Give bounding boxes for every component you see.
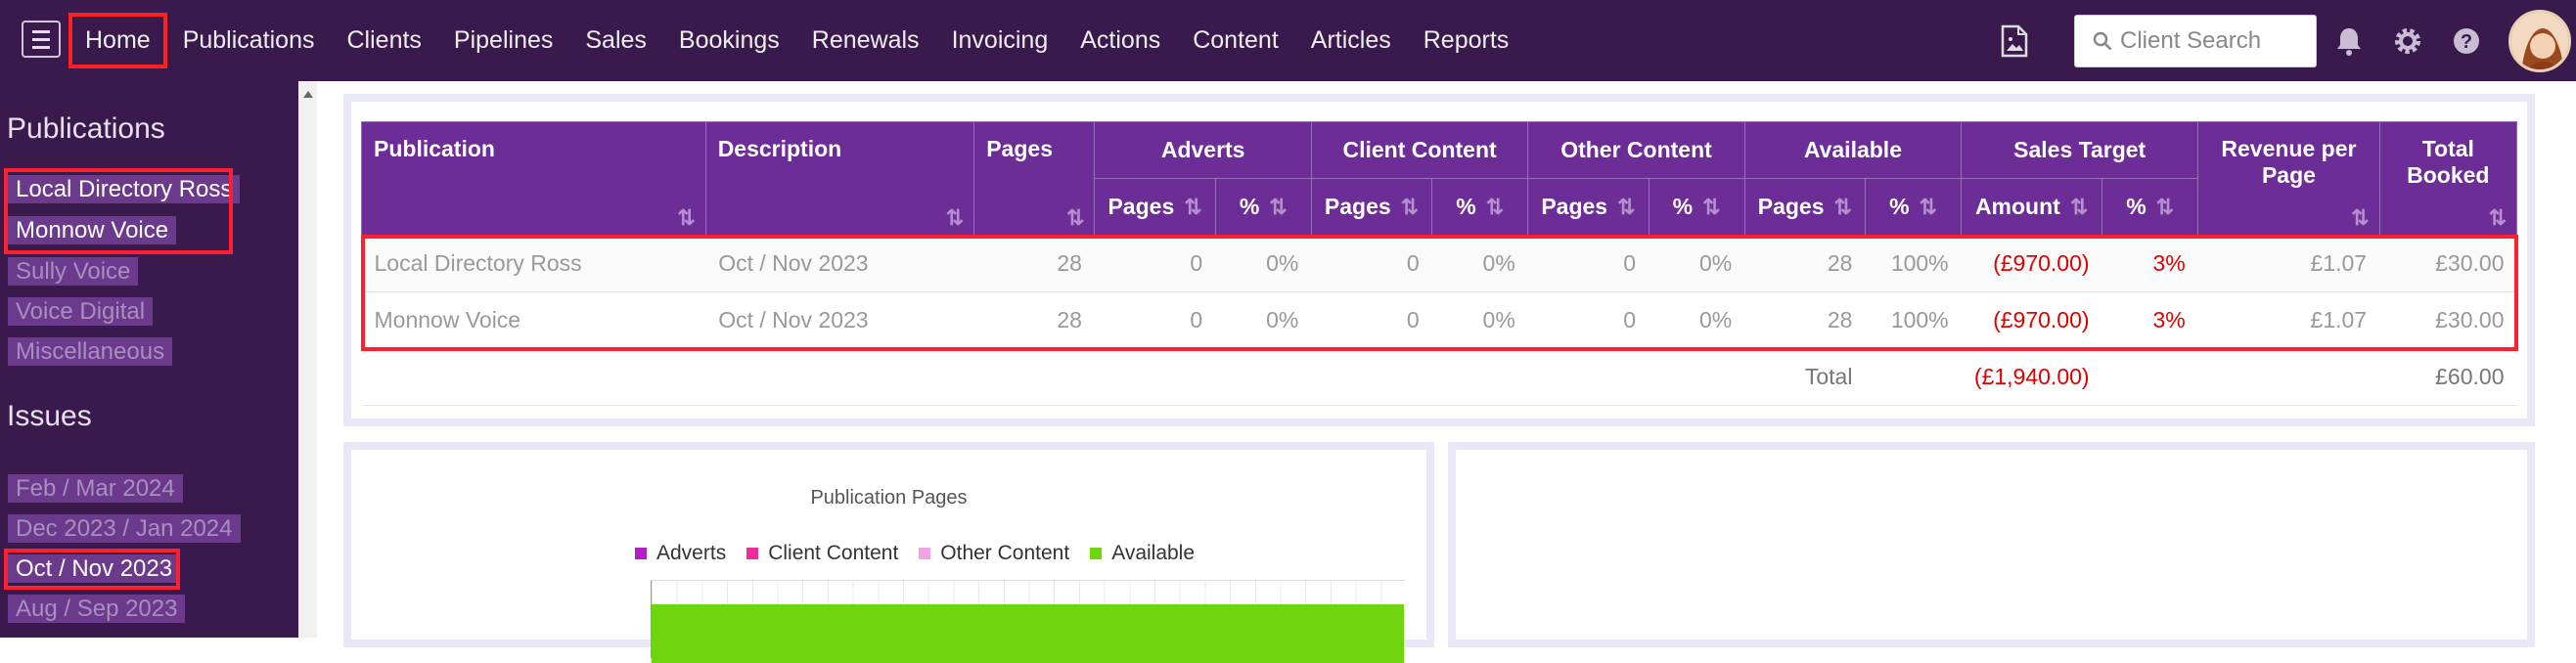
col-adverts: Adverts xyxy=(1094,121,1312,179)
publication-pages-chart: Publication Pages Adverts Client Content… xyxy=(343,442,1434,663)
total-booked: £60.00 xyxy=(2379,348,2517,406)
nav-renewals[interactable]: Renewals xyxy=(812,26,920,55)
sidebar-issue-aug-sep-2023[interactable]: Aug / Sep 2023 xyxy=(8,595,186,623)
col-other-content: Other Content xyxy=(1527,121,1745,179)
sort-icon[interactable]: ⇅ xyxy=(946,205,964,231)
rows-highlight xyxy=(361,235,2518,351)
nav-pipelines[interactable]: Pipelines xyxy=(454,26,553,55)
nav-invoicing[interactable]: Invoicing xyxy=(952,26,1049,55)
sub-other-pct[interactable]: % ⇅ xyxy=(1648,178,1745,236)
col-revenue-per-page[interactable]: Revenue per Page ⇅ xyxy=(2197,121,2380,236)
sort-icon[interactable]: ⇅ xyxy=(1066,205,1084,231)
sort-icon[interactable]: ⇅ xyxy=(677,205,695,231)
nav-actions[interactable]: Actions xyxy=(1080,26,1160,55)
sort-icon[interactable]: ⇅ xyxy=(1834,195,1852,219)
gear-icon[interactable] xyxy=(2391,24,2424,58)
legend-adverts[interactable]: Adverts xyxy=(635,542,726,565)
document-image-icon[interactable] xyxy=(2001,24,2028,58)
sidebar-issue-dec-jan[interactable]: Dec 2023 / Jan 2024 xyxy=(8,514,241,543)
col-client-content: Client Content xyxy=(1310,121,1529,179)
legend-swatch xyxy=(635,548,647,559)
sort-icon[interactable]: ⇅ xyxy=(1269,195,1287,219)
main-nav: Home Publications Clients Pipelines Sale… xyxy=(68,0,1541,81)
sort-icon[interactable]: ⇅ xyxy=(2351,205,2369,231)
legend-other-content[interactable]: Other Content xyxy=(919,542,1069,565)
nav-reports[interactable]: Reports xyxy=(1424,26,1510,55)
col-total-booked[interactable]: Total Booked ⇅ xyxy=(2378,121,2518,236)
total-amount: (£1,940.00) xyxy=(1961,348,2102,406)
sub-client-pages[interactable]: Pages ⇅ xyxy=(1310,178,1433,236)
nav-articles[interactable]: Articles xyxy=(1311,26,1391,55)
issue-highlight xyxy=(4,549,180,590)
available-bar[interactable] xyxy=(652,604,1404,663)
sub-adverts-pct[interactable]: % ⇅ xyxy=(1214,178,1312,236)
sub-other-pages[interactable]: Pages ⇅ xyxy=(1527,178,1650,236)
sort-icon[interactable]: ⇅ xyxy=(2070,195,2088,219)
col-pages[interactable]: Pages ⇅ xyxy=(973,121,1096,236)
sort-icon[interactable]: ⇅ xyxy=(1486,195,1504,219)
sort-icon[interactable]: ⇅ xyxy=(1920,195,1937,219)
secondary-chart-panel xyxy=(1448,442,2535,647)
sub-client-pct[interactable]: % ⇅ xyxy=(1431,178,1529,236)
sidebar-item-miscellaneous[interactable]: Miscellaneous xyxy=(8,337,173,366)
nav-publications[interactable]: Publications xyxy=(183,26,315,55)
col-available: Available xyxy=(1743,121,1963,179)
sidebar-issues-heading: Issues xyxy=(7,400,92,432)
search-icon xyxy=(2093,31,2112,50)
bell-icon[interactable] xyxy=(2332,24,2366,58)
summary-panel: Publication ⇅ Description ⇅ Pages ⇅ Adverts… xyxy=(343,94,2535,426)
nav-clients[interactable]: Clients xyxy=(347,26,422,55)
legend-swatch xyxy=(919,548,931,559)
sub-target-pct[interactable]: % ⇅ xyxy=(2101,178,2199,236)
sort-icon[interactable]: ⇅ xyxy=(1401,195,1419,219)
svg-text:?: ? xyxy=(2461,31,2472,53)
sort-icon[interactable]: ⇅ xyxy=(1702,195,1720,219)
totals-row: Total (£1,940.00) £60.00 xyxy=(361,348,2517,406)
nav-home[interactable]: Home xyxy=(68,13,167,68)
sidebar-item-sully-voice[interactable]: Sully Voice xyxy=(8,257,139,286)
sort-icon[interactable]: ⇅ xyxy=(2156,195,2174,219)
sidebar: Publications Local Directory Ross Monnow… xyxy=(0,81,298,638)
total-label: Total xyxy=(361,348,1866,406)
legend-swatch xyxy=(746,548,759,559)
sort-icon[interactable]: ⇅ xyxy=(2489,205,2507,231)
sub-available-pages[interactable]: Pages ⇅ xyxy=(1743,178,1866,236)
legend-client-content[interactable]: Client Content xyxy=(746,542,898,565)
sub-available-pct[interactable]: % ⇅ xyxy=(1864,178,1963,236)
search-placeholder: Client Search xyxy=(2120,26,2262,54)
legend-available[interactable]: Available xyxy=(1090,542,1195,565)
publications-highlight xyxy=(4,168,233,254)
sidebar-issue-feb-mar-2024[interactable]: Feb / Mar 2024 xyxy=(8,474,183,503)
legend-swatch xyxy=(1090,548,1103,559)
scroll-up-icon[interactable] xyxy=(303,91,313,98)
sub-target-amount[interactable]: Amount ⇅ xyxy=(1961,178,2103,236)
col-sales-target: Sales Target xyxy=(1961,121,2199,179)
help-icon[interactable]: ? xyxy=(2450,24,2483,58)
client-search-input[interactable]: Client Search xyxy=(2074,14,2317,67)
sidebar-item-voice-digital[interactable]: Voice Digital xyxy=(8,297,154,326)
sidebar-scrollbar[interactable] xyxy=(298,81,317,638)
nav-content[interactable]: Content xyxy=(1193,26,1279,55)
chart-legend: Adverts Client Content Other Content Ava… xyxy=(635,542,1215,565)
nav-bookings[interactable]: Bookings xyxy=(679,26,780,55)
sort-icon[interactable]: ⇅ xyxy=(1184,195,1201,219)
top-navbar: Home Publications Clients Pipelines Sale… xyxy=(0,0,2576,81)
sub-adverts-pages[interactable]: Pages ⇅ xyxy=(1094,178,1216,236)
col-description[interactable]: Description ⇅ xyxy=(704,121,975,236)
sidebar-publications-heading: Publications xyxy=(7,112,165,145)
avatar[interactable] xyxy=(2508,9,2571,72)
nav-sales[interactable]: Sales xyxy=(585,26,647,55)
menu-icon[interactable] xyxy=(22,21,61,58)
chart-title: Publication Pages xyxy=(810,487,968,508)
col-publication[interactable]: Publication ⇅ xyxy=(361,121,706,236)
sort-icon[interactable]: ⇅ xyxy=(1617,195,1635,219)
